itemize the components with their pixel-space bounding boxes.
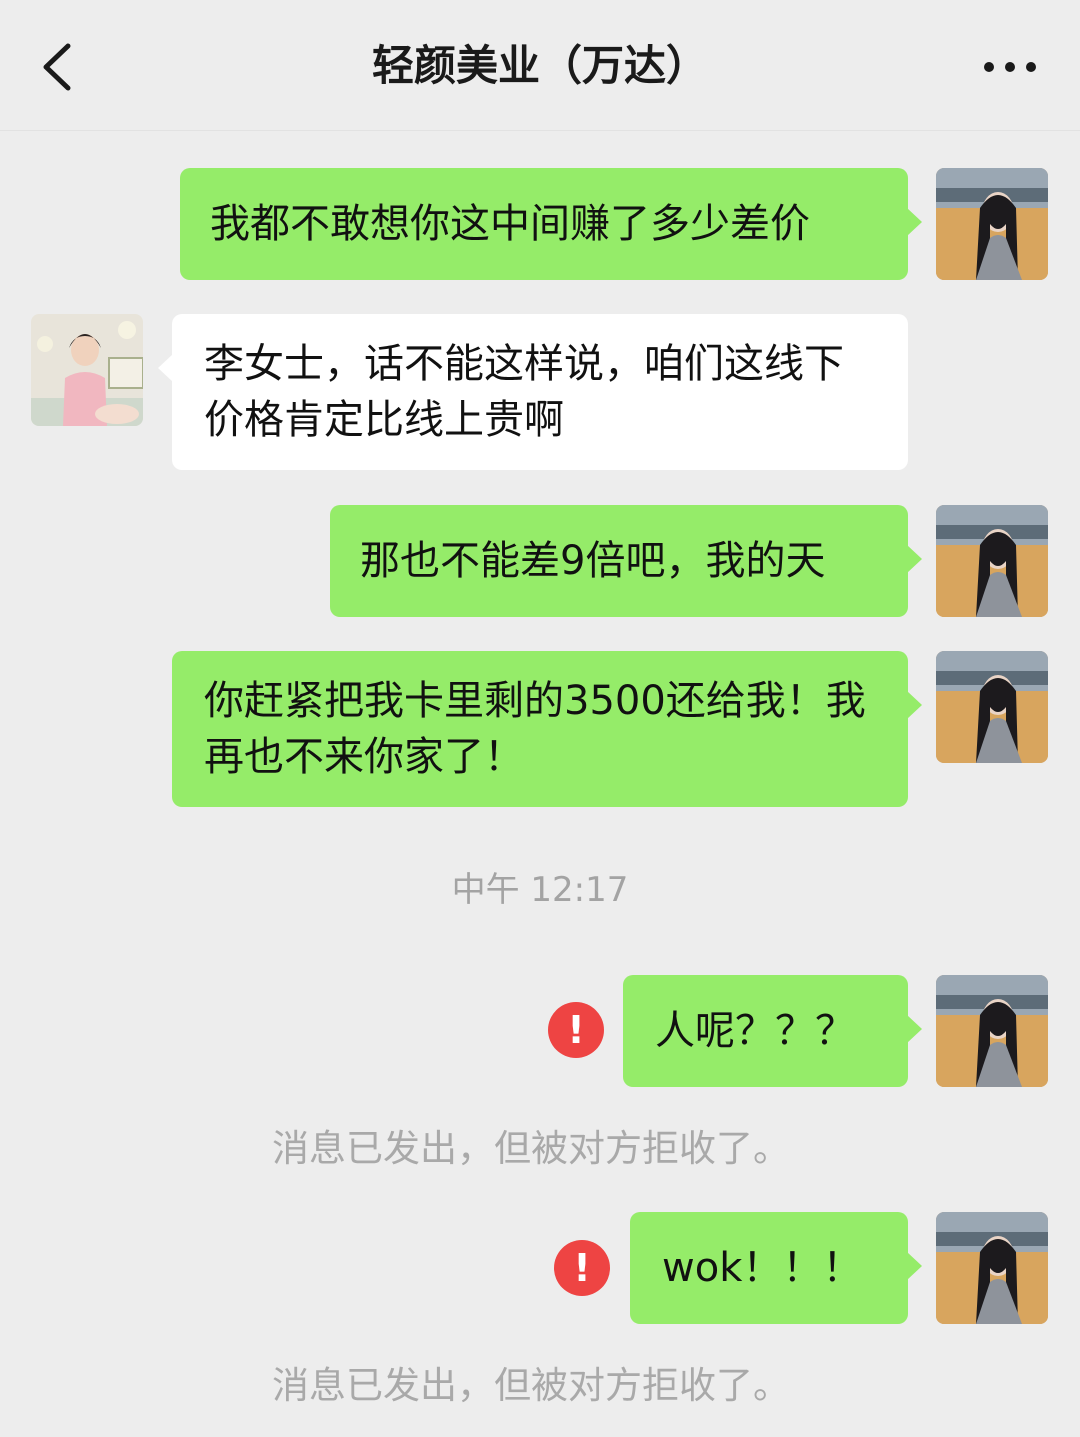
contact-avatar[interactable] — [31, 314, 143, 426]
message-text: 李女士，话不能这样说，咱们这线下价格肯定比线上贵啊 — [204, 341, 844, 443]
my-avatar[interactable] — [936, 651, 1048, 763]
back-button[interactable] — [30, 30, 90, 104]
my-avatar[interactable] — [936, 168, 1048, 280]
rejected-notice: 消息已发出，但被对方拒收了。 — [272, 1127, 790, 1170]
message-bubble-sent[interactable]: 那也不能差9倍吧，我的天 — [330, 505, 922, 617]
message-timestamp: 中午 12:17 — [451, 870, 629, 910]
message-bubble-received[interactable]: 李女士，话不能这样说，咱们这线下价格肯定比线上贵啊 — [158, 314, 908, 470]
my-avatar[interactable] — [936, 1212, 1048, 1324]
my-avatar[interactable] — [936, 975, 1048, 1087]
message-bubble-sent[interactable]: 你赶紧把我卡里剩的3500还给我！我再也不来你家了！ — [172, 651, 922, 807]
chat-title: 轻颜美业（万达） — [371, 41, 708, 90]
message-text: 我都不敢想你这中间赚了多少差价 — [210, 201, 810, 247]
my-avatar[interactable] — [936, 505, 1048, 617]
message-bubble-sent[interactable]: 我都不敢想你这中间赚了多少差价 — [180, 168, 922, 280]
message-text: 那也不能差9倍吧，我的天 — [360, 538, 826, 584]
send-failed-icon[interactable]: ! — [548, 1002, 604, 1058]
message-text: 你赶紧把我卡里剩的3500还给我！我再也不来你家了！ — [204, 678, 866, 780]
chat-header: 轻颜美业（万达） — [0, 0, 1080, 131]
message-text: 人呢？？？ — [655, 1008, 855, 1054]
more-dots-icon — [984, 62, 994, 72]
rejected-notice: 消息已发出，但被对方拒收了。 — [272, 1364, 790, 1407]
chevron-left-icon — [43, 43, 71, 91]
send-failed-icon[interactable]: ! — [554, 1240, 610, 1296]
message-text: wok！！！ — [662, 1245, 863, 1291]
message-bubble-sent[interactable]: 人呢？？？ — [623, 975, 922, 1087]
message-bubble-sent[interactable]: wok！！！ — [630, 1212, 922, 1324]
more-button[interactable] — [972, 44, 1052, 90]
